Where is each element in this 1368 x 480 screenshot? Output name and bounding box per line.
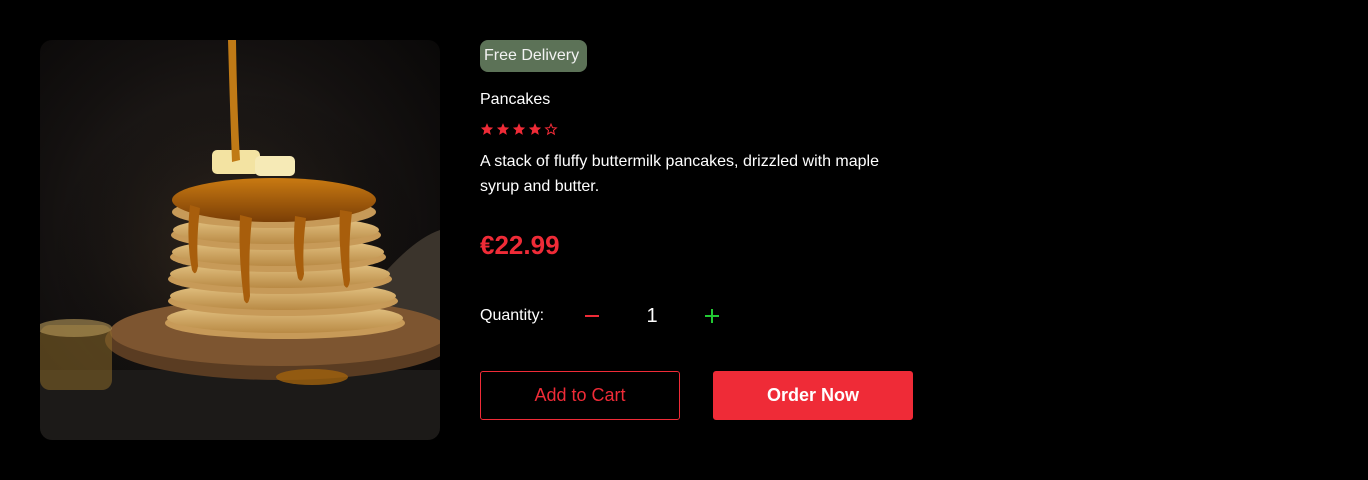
product-description: A stack of fluffy buttermilk pancakes, d… <box>480 153 879 195</box>
product-detail-page: Free Delivery Pancakes A stack of fluffy… <box>0 0 1368 480</box>
star-outline-icon <box>544 122 558 136</box>
minus-icon <box>585 315 599 317</box>
quantity-value: 1 <box>646 305 658 327</box>
decrement-quantity-button[interactable] <box>578 302 606 330</box>
star-filled-icon <box>496 123 510 135</box>
increment-quantity-button[interactable] <box>698 302 726 330</box>
free-delivery-badge: Free Delivery <box>480 40 588 72</box>
quantity-selector: Quantity: 1 <box>480 302 740 330</box>
add-to-cart-button[interactable]: Add to Cart <box>480 371 680 420</box>
order-now-button[interactable]: Order Now <box>713 371 913 420</box>
star-filled-icon <box>528 123 542 135</box>
quantity-label: Quantity: <box>480 307 545 324</box>
product-image <box>40 40 440 440</box>
rating-stars <box>480 122 558 138</box>
pancake-illustration <box>40 40 440 440</box>
plus-icon <box>705 309 719 323</box>
star-filled-icon <box>512 123 526 135</box>
product-price: €22.99 <box>480 230 560 260</box>
product-title: Pancakes <box>480 91 551 108</box>
star-filled-icon <box>480 123 494 135</box>
